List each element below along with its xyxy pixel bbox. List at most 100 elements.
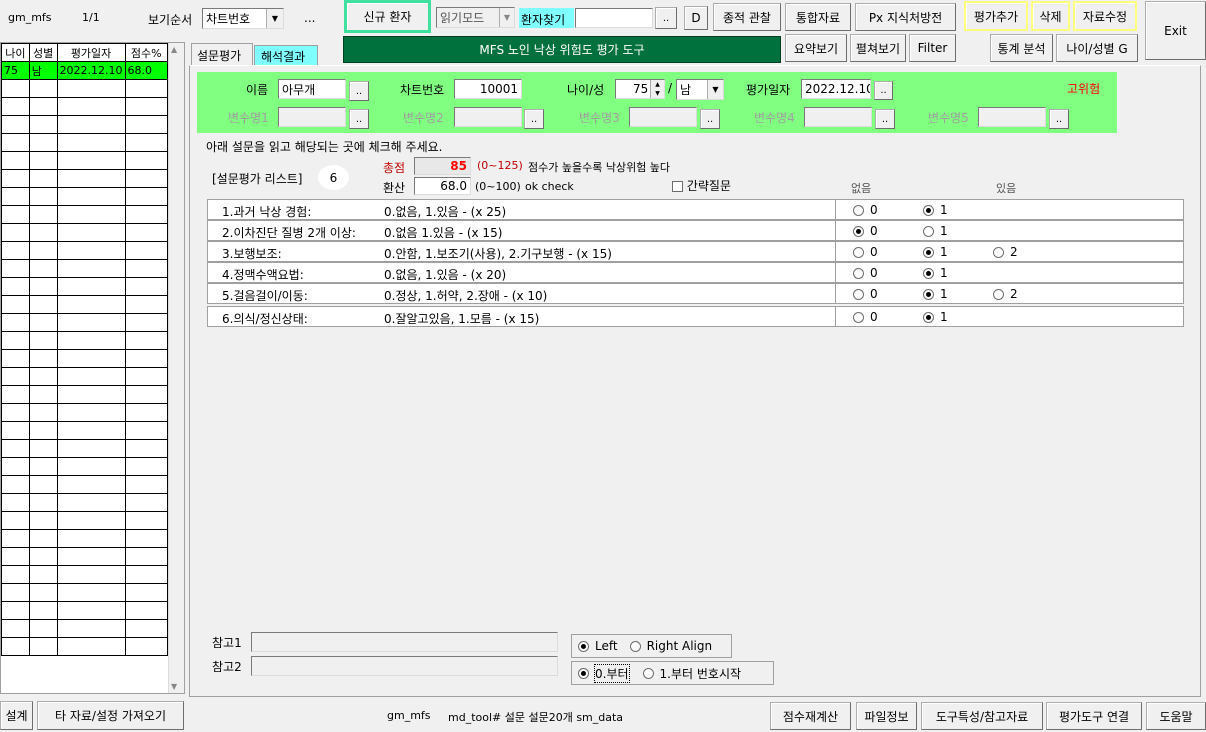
table-row[interactable] (1, 475, 169, 494)
patient-list[interactable]: 나이 성별 평가일자 점수% 75 남 2022.12.10 68.0 ▲ ▼ (0, 42, 185, 694)
summary-button[interactable]: 요약보기 (785, 34, 847, 62)
col-score[interactable]: 점수% (124, 43, 169, 62)
ref1-input[interactable] (251, 632, 558, 652)
scroll-down-icon[interactable]: ▼ (171, 682, 177, 691)
recalc-button[interactable]: 점수재계산 (770, 702, 851, 730)
table-row[interactable] (1, 187, 169, 206)
radio-icon[interactable] (993, 247, 1004, 258)
var-lookup-button-2[interactable]: .. (524, 109, 544, 129)
table-row[interactable] (1, 133, 169, 152)
answer-radio[interactable]: 1 (923, 287, 948, 301)
radio-icon[interactable] (923, 205, 934, 216)
exit-button[interactable]: Exit (1145, 1, 1206, 60)
fileinfo-button[interactable]: 파일정보 (856, 702, 917, 730)
table-row[interactable] (1, 295, 169, 314)
table-row[interactable] (1, 79, 169, 98)
radio-icon[interactable] (923, 289, 934, 300)
table-row[interactable] (1, 241, 169, 260)
radio-icon[interactable] (853, 268, 864, 279)
var-input-4[interactable] (804, 107, 872, 127)
checkbox-icon[interactable] (672, 181, 683, 192)
answer-radio[interactable]: 1 (923, 310, 948, 324)
table-row[interactable] (1, 97, 169, 116)
settings-button[interactable]: 설계 (0, 701, 33, 730)
sort-select[interactable]: 차트번호 ▼ (202, 8, 284, 29)
follow-up-button[interactable]: 종적 관찰 (713, 3, 781, 31)
col-age[interactable]: 나이 (1, 43, 30, 62)
table-row[interactable] (1, 331, 169, 350)
radio-icon[interactable] (923, 312, 934, 323)
answer-radio[interactable]: 1 (923, 266, 948, 280)
radio-icon[interactable] (923, 226, 934, 237)
table-row[interactable] (1, 547, 169, 566)
name-input[interactable]: 아무개 (278, 79, 346, 99)
find-patient-input[interactable] (575, 8, 653, 28)
answer-radio[interactable]: 1 (923, 203, 948, 217)
answer-radio[interactable]: 0 (853, 224, 878, 238)
delete-button[interactable]: 삭제 (1031, 1, 1070, 31)
table-row[interactable] (1, 493, 169, 512)
answer-radio[interactable]: 1 (923, 224, 948, 238)
radio-left[interactable] (578, 640, 589, 652)
tab-survey[interactable]: 설문평가 (191, 43, 253, 65)
table-row[interactable] (1, 601, 169, 620)
chevron-down-icon[interactable]: ▼ (707, 80, 723, 99)
answer-radio[interactable]: 0 (853, 245, 878, 259)
var-lookup-button-3[interactable]: .. (700, 109, 720, 129)
table-row[interactable] (1, 637, 169, 656)
px-knowledge-button[interactable]: Px 지식처방전 (855, 3, 956, 31)
age-sex-button[interactable]: 나이/성별 G (1056, 34, 1138, 62)
integrated-data-button[interactable]: 통합자료 (785, 3, 851, 31)
tool-info-button[interactable]: 도구특성/참고자료 (921, 702, 1043, 730)
answer-radio[interactable]: 0 (853, 287, 878, 301)
answer-radio[interactable]: 0 (853, 310, 878, 324)
chevron-down-icon[interactable]: ▼ (499, 8, 514, 27)
radio-start-1[interactable] (642, 667, 654, 679)
table-row[interactable] (1, 349, 169, 368)
table-row[interactable] (1, 367, 169, 386)
stats-button[interactable]: 통계 분석 (990, 34, 1053, 62)
radio-icon[interactable] (853, 312, 864, 323)
filter-button[interactable]: Filter (909, 34, 956, 62)
table-row[interactable] (1, 277, 169, 296)
scroll-up-icon[interactable]: ▲ (171, 45, 177, 54)
import-button[interactable]: 타 자료/설정 가져오기 (37, 701, 184, 730)
var-input-5[interactable] (978, 107, 1046, 127)
table-row[interactable] (1, 115, 169, 134)
ref2-input[interactable] (251, 656, 558, 676)
tab-result[interactable]: 해석결과 (254, 45, 318, 65)
help-button[interactable]: 도움말 (1146, 702, 1206, 730)
answer-radio[interactable]: 0 (853, 266, 878, 280)
radio-icon[interactable] (923, 268, 934, 279)
brief-checkbox[interactable]: 간략질문 (672, 177, 731, 194)
d-button[interactable]: D (684, 6, 708, 30)
radio-icon[interactable] (853, 289, 864, 300)
find-patient-button[interactable]: .. (655, 7, 677, 29)
table-row[interactable] (1, 511, 169, 530)
name-lookup-button[interactable]: .. (349, 81, 369, 101)
new-patient-button[interactable]: 신규 환자 (344, 0, 431, 33)
radio-icon[interactable] (853, 205, 864, 216)
table-row[interactable] (1, 403, 169, 422)
add-evaluation-button[interactable]: 평가추가 (964, 1, 1028, 31)
radio-start-0[interactable] (578, 667, 589, 679)
table-row[interactable] (1, 223, 169, 242)
table-row[interactable] (1, 169, 169, 188)
answer-radio[interactable]: 1 (923, 245, 948, 259)
link-tool-button[interactable]: 평가도구 연결 (1046, 702, 1142, 730)
col-sex[interactable]: 성별 (28, 43, 58, 62)
table-row[interactable] (1, 151, 169, 170)
answer-radio[interactable]: 0 (853, 203, 878, 217)
table-row[interactable] (1, 385, 169, 404)
table-row[interactable] (1, 259, 169, 278)
answer-radio[interactable]: 2 (993, 245, 1018, 259)
table-row[interactable] (1, 313, 169, 332)
more-label[interactable]: ... (304, 11, 315, 25)
var-input-2[interactable] (454, 107, 522, 127)
chevron-down-icon[interactable]: ▼ (266, 9, 283, 28)
var-lookup-button-4[interactable]: .. (875, 109, 895, 129)
radio-icon[interactable] (853, 247, 864, 258)
table-row[interactable] (1, 583, 169, 602)
expand-button[interactable]: 펼쳐보기 (850, 34, 906, 62)
sex-select[interactable]: 남 ▼ (676, 79, 724, 100)
